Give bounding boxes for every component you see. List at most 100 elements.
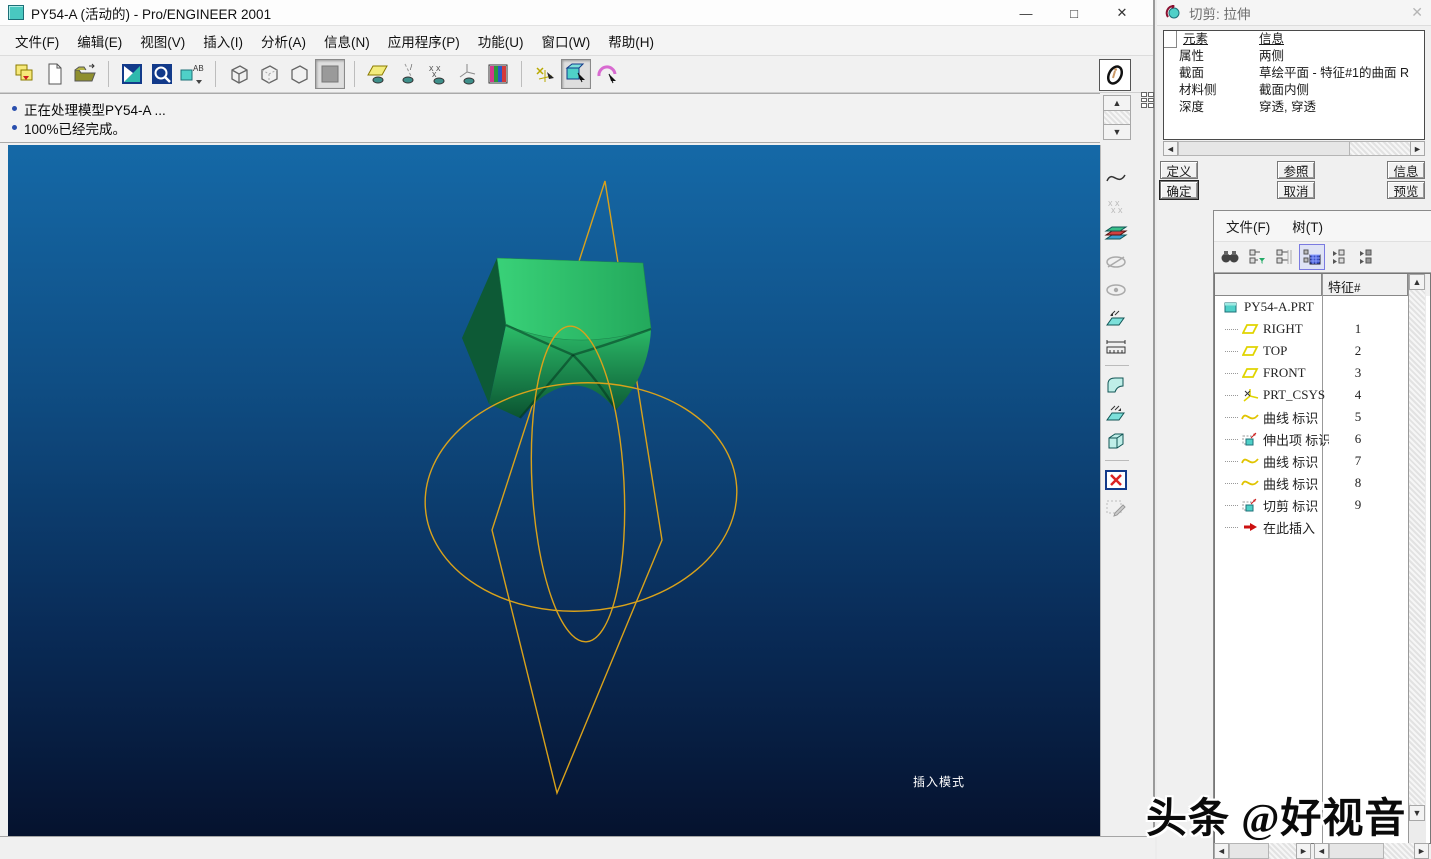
table-row[interactable]: 截面 草绘平面 - 特征#1的曲面 R (1164, 65, 1424, 82)
tree-menu-tree[interactable]: 树(T) (1292, 216, 1323, 236)
collapse-all-icon[interactable] (1355, 245, 1379, 269)
csys-toggle-icon[interactable] (454, 60, 482, 88)
scroll-left-icon[interactable]: ◄ (1214, 843, 1229, 859)
menu-info[interactable]: 信息(N) (315, 27, 379, 55)
info-pen-icon[interactable] (1099, 59, 1131, 91)
scroll-left-icon[interactable]: ◄ (1163, 141, 1178, 156)
datum-plane-toggle-icon[interactable] (364, 60, 392, 88)
open-file-icon[interactable] (71, 60, 99, 88)
preview-button[interactable]: 预览 (1387, 181, 1425, 199)
scroll-right-icon[interactable]: ► (1414, 843, 1429, 859)
model-windows-icon[interactable] (11, 60, 39, 88)
corner-icon[interactable] (1101, 428, 1131, 454)
hide-icon[interactable] (1101, 249, 1131, 275)
curve-icon[interactable] (1101, 165, 1131, 191)
scroll-right-icon[interactable]: ► (1296, 843, 1311, 859)
spin-center-icon[interactable] (531, 60, 559, 88)
tree-name-column-header[interactable] (1215, 274, 1322, 296)
info-button[interactable]: 信息 (1387, 161, 1425, 179)
message-line-1: 正在处理模型PY54-A ... (24, 102, 166, 118)
references-button[interactable]: 参照 (1277, 161, 1315, 179)
scroll-left-icon[interactable]: ◄ (1314, 843, 1329, 859)
menu-view[interactable]: 视图(V) (131, 27, 194, 55)
modify-icon[interactable] (1101, 400, 1131, 426)
tree-hscrollbar-right[interactable]: ◄ ► (1314, 843, 1429, 859)
expand-all-icon[interactable] (1328, 245, 1352, 269)
delete-icon[interactable] (1101, 467, 1131, 493)
close-button[interactable]: ✕ (1113, 5, 1131, 21)
tree-item-right[interactable]: RIGHT 1 (1215, 318, 1430, 340)
orient-mode-icon[interactable] (561, 59, 591, 89)
tree-columns-icon[interactable] (1272, 245, 1296, 269)
find-binoculars-icon[interactable] (1218, 245, 1242, 269)
minimize-button[interactable]: — (1017, 6, 1035, 21)
main-toolbar: AB / x xx (0, 55, 1153, 93)
menu-window[interactable]: 窗口(W) (533, 27, 600, 55)
tree-item-cut[interactable]: 切剪 标识 9 (1215, 494, 1430, 516)
tree-menu-file[interactable]: 文件(F) (1226, 216, 1270, 236)
table-hscrollbar[interactable]: ◄ ► (1163, 141, 1425, 156)
tree-vscrollbar[interactable]: ▲ ▼ (1408, 274, 1426, 843)
redefine-icon[interactable] (1101, 305, 1131, 331)
tree-filter-icon[interactable] (1245, 245, 1269, 269)
wireframe-icon[interactable] (225, 60, 253, 88)
model-tree[interactable]: 特征# PY54-A.PRT RIGHT 1 TOP 2 FRONT 3 PRT… (1214, 273, 1431, 844)
hidden-line-icon[interactable] (255, 60, 283, 88)
cancel-button[interactable]: 取消 (1277, 181, 1315, 199)
zoom-refit-icon[interactable] (148, 60, 176, 88)
menu-insert[interactable]: 插入(I) (194, 27, 252, 55)
scroll-up-icon[interactable]: ▲ (1409, 274, 1425, 290)
define-button[interactable]: 定义 (1160, 161, 1198, 179)
scroll-down-icon[interactable]: ▼ (1409, 805, 1425, 821)
table-row[interactable]: 属性 两侧 (1164, 48, 1424, 65)
datum-points-icon[interactable]: x xx x (1101, 193, 1131, 219)
table-row[interactable]: 深度 穿透, 穿透 (1164, 99, 1424, 116)
tree-item-protrusion[interactable]: 伸出项 标识 6 (1215, 428, 1430, 450)
menu-utilities[interactable]: 功能(U) (469, 27, 533, 55)
scroll-down-icon[interactable]: ▼ (1103, 124, 1131, 140)
tree-style-icon[interactable] (1299, 244, 1325, 270)
new-file-icon[interactable] (41, 60, 69, 88)
menu-file[interactable]: 文件(F) (6, 27, 68, 55)
datum-axis-toggle-icon[interactable]: / (394, 60, 422, 88)
layers-icon[interactable] (1101, 221, 1131, 247)
table-row[interactable]: 材料侧 截面内侧 (1164, 82, 1424, 99)
datum-point-toggle-icon[interactable]: x xx (424, 60, 452, 88)
unhide-icon[interactable] (1101, 277, 1131, 303)
tree-item-front[interactable]: FRONT 3 (1215, 362, 1430, 384)
maximize-button[interactable]: □ (1065, 6, 1083, 21)
surface-icon[interactable] (1101, 372, 1131, 398)
menu-edit[interactable]: 编辑(E) (68, 27, 131, 55)
dialog-close-icon[interactable]: ✕ (1411, 4, 1423, 21)
svg-text:AB: AB (193, 64, 204, 73)
menu-help[interactable]: 帮助(H) (599, 27, 663, 55)
tree-item-curve[interactable]: 曲线 标识 5 (1215, 406, 1430, 428)
message-scrollbar[interactable]: ▲ ▼ (1103, 95, 1133, 142)
scroll-up-icon[interactable]: ▲ (1103, 95, 1131, 111)
datum-display-icon[interactable]: AB (178, 60, 206, 88)
tree-item-curve[interactable]: 曲线 标识 8 (1215, 472, 1430, 494)
ok-button[interactable]: 确定 (1159, 180, 1199, 200)
saved-views-icon[interactable] (593, 60, 621, 88)
measure-icon[interactable] (1101, 333, 1131, 359)
element-table[interactable]: 元素 信息 属性 两侧 截面 草绘平面 - 特征#1的曲面 R 材料侧 截面内侧… (1163, 30, 1425, 140)
tree-item-part[interactable]: PY54-A.PRT (1215, 296, 1430, 318)
title-bar[interactable]: PY54-A (活动的) - Pro/ENGINEER 2001 — □ ✕ (0, 0, 1153, 26)
toolbar-handle-icon[interactable] (1141, 92, 1154, 108)
repaint-icon[interactable] (118, 60, 146, 88)
model-colors-icon[interactable] (484, 60, 512, 88)
dialog-title-bar[interactable]: 切剪: 拉伸 ✕ (1157, 0, 1431, 26)
graphics-viewport[interactable]: 插入模式 (8, 145, 1100, 836)
no-hidden-icon[interactable] (285, 60, 313, 88)
tree-item-csys[interactable]: PRT_CSYS 4 (1215, 384, 1430, 406)
scroll-right-icon[interactable]: ► (1410, 141, 1425, 156)
tree-item-insert-here[interactable]: 在此插入 (1215, 516, 1430, 538)
feature-column-header[interactable]: 特征# (1322, 274, 1408, 296)
menu-analysis[interactable]: 分析(A) (252, 27, 315, 55)
menu-applications[interactable]: 应用程序(P) (379, 27, 469, 55)
tree-item-curve[interactable]: 曲线 标识 7 (1215, 450, 1430, 472)
tree-item-top[interactable]: TOP 2 (1215, 340, 1430, 362)
tree-hscrollbar-left[interactable]: ◄ ► (1214, 843, 1311, 859)
shaded-icon[interactable] (315, 59, 345, 89)
sketch-icon[interactable] (1101, 495, 1131, 521)
